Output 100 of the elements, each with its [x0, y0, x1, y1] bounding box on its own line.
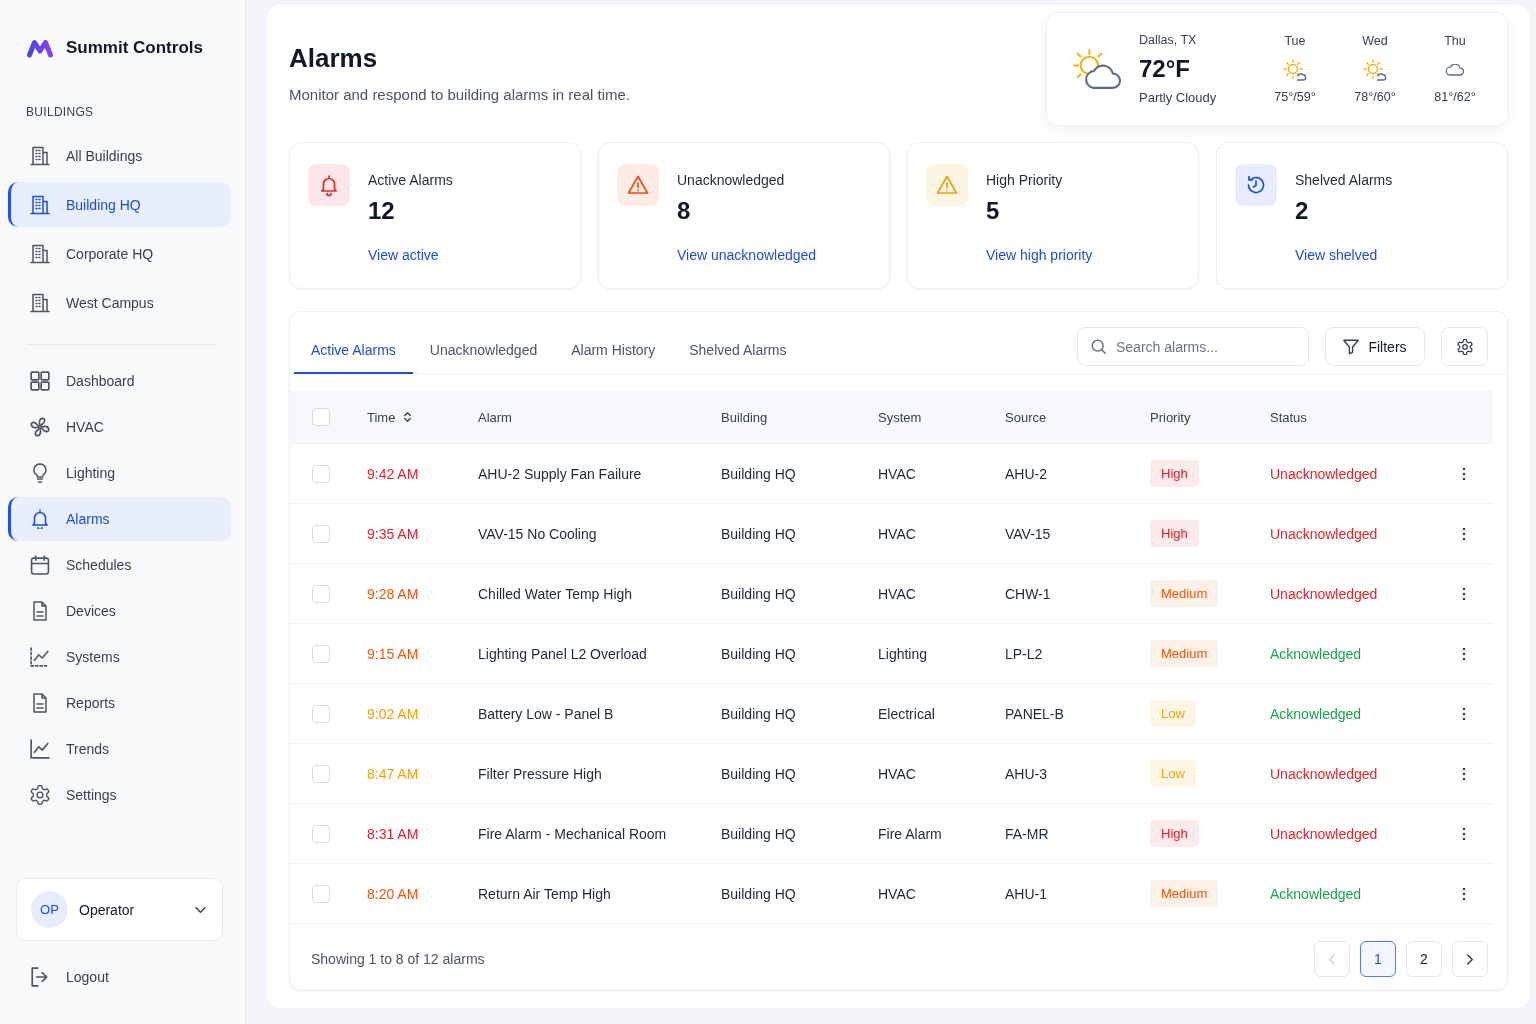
sidebar-item[interactable]: Building HQ [8, 182, 231, 227]
checkbox[interactable] [312, 524, 330, 543]
table-cell: Building HQ [721, 825, 796, 842]
settings-icon [1456, 338, 1473, 355]
forecast-day: Tue [1284, 34, 1306, 48]
checkbox[interactable] [312, 704, 330, 723]
search-icon [1091, 339, 1106, 354]
sidebar-item[interactable]: Schedules [8, 543, 231, 587]
sidebar-item[interactable]: Devices [8, 589, 231, 633]
table-cell: Battery Low - Panel B [478, 705, 614, 722]
forecast-temps: 75°/59° [1274, 90, 1316, 104]
kebab-menu-icon[interactable] [1462, 646, 1466, 661]
checkbox[interactable] [312, 644, 330, 663]
table-cell: AHU-3 [1005, 765, 1047, 782]
weather-location: Dallas, TX [1139, 33, 1198, 47]
kebab-menu-icon[interactable] [1462, 766, 1466, 781]
column-header: System [878, 409, 922, 425]
logout-link[interactable]: Logout [8, 955, 231, 999]
sidebar-item[interactable]: Settings [8, 773, 231, 817]
checkbox[interactable] [312, 407, 330, 426]
status-label: Acknowledged [1270, 885, 1362, 902]
priority-badge: Medium [1150, 580, 1219, 607]
tab[interactable]: Unacknowledged [412, 327, 555, 374]
checkbox[interactable] [312, 584, 330, 603]
stat-label: Active Alarms [368, 172, 453, 188]
sidebar-item[interactable]: Systems [8, 635, 231, 679]
kebab-menu-icon[interactable] [1462, 466, 1466, 481]
tab[interactable]: Active Alarms [294, 327, 413, 374]
table-cell: Lighting Panel L2 Overload [478, 645, 647, 662]
filter-icon [1343, 338, 1360, 355]
table-cell: 8:47 AM [367, 765, 419, 782]
page-button[interactable]: 2 [1406, 941, 1442, 977]
table-cell: VAV-15 No Cooling [478, 525, 597, 542]
status-label: Acknowledged [1270, 705, 1362, 722]
user-menu[interactable]: OP Operator [16, 878, 223, 941]
weather-condition: Partly Cloudy [1139, 90, 1218, 105]
checkbox[interactable] [312, 764, 330, 783]
table-cell: CHW-1 [1005, 585, 1051, 602]
status-label: Unacknowledged [1270, 765, 1378, 782]
kebab-menu-icon[interactable] [1462, 526, 1466, 541]
forecast-day: Wed [1362, 34, 1388, 48]
view-link[interactable]: View high priority [986, 247, 1093, 263]
priority-badge: Medium [1150, 640, 1219, 667]
partly-sunny-icon [1283, 59, 1307, 81]
sidebar-item[interactable]: Lighting [8, 451, 231, 495]
view-link[interactable]: View unacknowledged [677, 247, 817, 263]
stat-label: Unacknowledged [677, 172, 785, 188]
checkbox[interactable] [312, 824, 330, 843]
tab[interactable]: Shelved Alarms [672, 327, 804, 374]
stat-label: High Priority [986, 172, 1063, 188]
chevron-down-icon [195, 906, 206, 913]
kebab-menu-icon[interactable] [1462, 826, 1466, 841]
sidebar-item[interactable]: Reports [8, 681, 231, 725]
settings-button[interactable] [1441, 327, 1488, 366]
priority-badge: Low [1150, 760, 1196, 787]
table-cell: 9:28 AM [367, 585, 419, 602]
sidebar-item[interactable]: Alarms [8, 497, 231, 541]
table-cell: Chilled Water Temp High [478, 585, 633, 602]
checkbox[interactable] [312, 884, 330, 903]
status-label: Unacknowledged [1270, 825, 1378, 842]
filters-button[interactable]: Filters [1325, 327, 1425, 366]
table-cell: Building HQ [721, 885, 796, 902]
document-icon [30, 693, 50, 713]
search-field[interactable]: Search alarms... [1077, 327, 1309, 366]
avatar: OP [31, 891, 68, 928]
table-cell: 8:31 AM [367, 825, 419, 842]
table-cell: Fire Alarm - Mechanical Room [478, 825, 667, 842]
table-cell: HVAC [878, 525, 916, 542]
stat-value: 8 [677, 197, 691, 225]
tab[interactable]: Alarm History [554, 327, 673, 374]
page-button[interactable]: 1 [1360, 941, 1396, 977]
column-header: Source [1005, 409, 1047, 425]
document-icon [30, 601, 50, 621]
sidebar-item[interactable]: Corporate HQ [8, 231, 231, 276]
view-link[interactable]: View active [368, 247, 439, 263]
next-page-button[interactable] [1452, 941, 1488, 977]
priority-badge: High [1150, 460, 1199, 487]
sidebar-item[interactable]: West Campus [8, 280, 231, 325]
kebab-menu-icon[interactable] [1462, 886, 1466, 901]
kebab-menu-icon[interactable] [1462, 586, 1466, 601]
bell-icon [308, 164, 350, 206]
forecast-temps: 81°/62° [1434, 90, 1476, 104]
column-header[interactable]: Time [367, 409, 412, 425]
table-cell: LP-L2 [1005, 645, 1043, 662]
view-link[interactable]: View shelved [1295, 247, 1378, 263]
sidebar-item[interactable]: Trends [8, 727, 231, 771]
building-icon [30, 292, 50, 313]
checkbox[interactable] [312, 464, 330, 483]
table-cell: Building HQ [721, 525, 796, 542]
table-cell: HVAC [878, 585, 916, 602]
table-cell: Lighting [878, 645, 928, 662]
sidebar-item[interactable]: HVAC [8, 405, 231, 449]
column-header: Priority [1150, 409, 1191, 425]
table-cell: 9:02 AM [367, 705, 419, 722]
table-cell: HVAC [878, 885, 916, 902]
table-cell: Electrical [878, 705, 935, 722]
sidebar-item[interactable]: All Buildings [8, 133, 231, 178]
sidebar-item[interactable]: Dashboard [8, 359, 231, 403]
building-icon [30, 194, 50, 215]
kebab-menu-icon[interactable] [1462, 706, 1466, 721]
